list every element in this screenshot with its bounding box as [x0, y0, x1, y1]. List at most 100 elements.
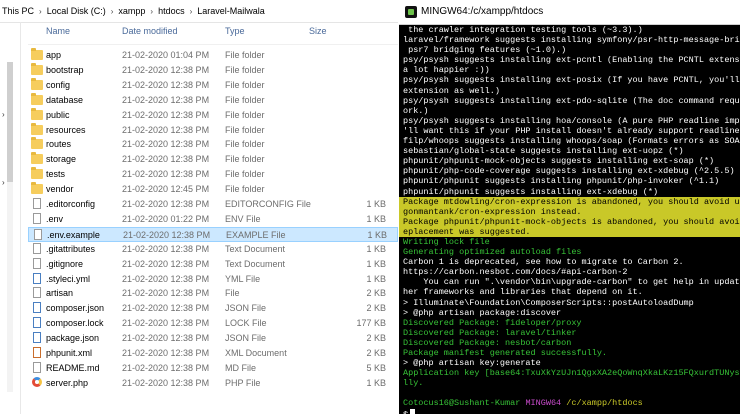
terminal-line: > @php artisan package:discover	[403, 307, 562, 318]
file-row[interactable]: public 21-02-2020 12:38 PM File folder	[28, 107, 398, 123]
file-size: 2 KB	[366, 348, 386, 358]
column-header-date-modified[interactable]: Date modified	[122, 26, 178, 44]
terminal-line: phpunit/php-code-coverage suggests insta…	[403, 166, 735, 177]
terminal-prompt: Cotocus16@Sushant-Kumar MINGW64 /c/xampp…	[403, 398, 740, 408]
folder-icon	[31, 122, 43, 135]
breadcrumb-htdocs[interactable]: htdocs	[158, 6, 185, 16]
file-type: File folder	[225, 64, 265, 75]
chevron-right-icon[interactable]: ›	[150, 7, 153, 16]
file-type: MD File	[225, 362, 256, 373]
breadcrumb-xampp[interactable]: xampp	[118, 6, 145, 16]
file-name: phpunit.xml	[46, 348, 93, 358]
navigation-scrollbar[interactable]	[7, 62, 13, 392]
terminal-input-line[interactable]: $	[403, 408, 740, 414]
file-type: File folder	[225, 79, 265, 90]
file-row[interactable]: app 21-02-2020 01:04 PM File folder	[28, 48, 398, 63]
file-name: .env.example	[47, 229, 100, 240]
php-file-icon	[32, 376, 42, 387]
file-row[interactable]: server.php 21-02-2020 12:38 PM PHP File 1 K…	[28, 376, 398, 391]
file-row[interactable]: README.md 21-02-2020 12:38 PM MD File 5 KB	[28, 361, 398, 376]
file-row[interactable]: routes 21-02-2020 12:38 PM File folder	[28, 137, 398, 152]
file-name: database	[46, 94, 84, 105]
folder-icon	[31, 167, 43, 180]
file-date-modified: 21-02-2020 01:22 PM	[122, 213, 210, 224]
file-type: PHP File	[225, 377, 261, 388]
file-type: File folder	[225, 109, 265, 120]
file-row[interactable]: .env 21-02-2020 01:22 PM ENV File 1 KB	[28, 212, 398, 227]
file-name: package.json	[46, 333, 100, 344]
file-icon	[33, 302, 41, 314]
address-bar[interactable]: This PC › Local Disk (C:) › xampp › htdo…	[0, 0, 398, 23]
file-type: EXAMPLE File	[226, 229, 286, 240]
file-icon	[33, 272, 41, 284]
terminal-line: Discovered Package: fideloper/proxy	[403, 317, 582, 328]
file-type: LOCK File	[225, 318, 267, 329]
file-row[interactable]: composer.json 21-02-2020 12:38 PM JSON Fil…	[28, 301, 398, 316]
file-row[interactable]: phpunit.xml 21-02-2020 12:38 PM XML Docume…	[28, 346, 398, 361]
terminal-window: MINGW64:/c/xampp/htdocs the crawler inte…	[399, 0, 740, 414]
terminal-line: sebastian/global-state suggests installi…	[403, 146, 684, 157]
terminal-line: ork.)	[403, 105, 429, 116]
breadcrumb-laravel-mailwala[interactable]: Laravel-Mailwala	[197, 6, 265, 16]
file-type: JSON File	[225, 333, 267, 344]
file-icon	[33, 257, 41, 269]
file-row[interactable]: storage 21-02-2020 12:38 PM File folder	[28, 152, 398, 167]
file-row[interactable]: artisan 21-02-2020 12:38 PM File 2 KB	[28, 286, 398, 301]
file-row[interactable]: database 21-02-2020 12:38 PM File folder	[28, 92, 398, 108]
breadcrumb-this-pc[interactable]: This PC	[2, 6, 34, 16]
terminal-line: > Illuminate\Foundation\ComposerScripts:…	[403, 297, 694, 308]
file-icon	[33, 287, 41, 299]
chevron-right-icon[interactable]: ›	[111, 7, 114, 16]
file-row[interactable]: .styleci.yml 21-02-2020 12:38 PM YML File 1…	[28, 272, 398, 287]
xml-file-icon	[33, 347, 41, 358]
file-row[interactable]: config 21-02-2020 12:38 PM File folder	[28, 77, 398, 93]
chevron-right-icon[interactable]: ›	[39, 7, 42, 16]
breadcrumb-local-disk[interactable]: Local Disk (C:)	[47, 6, 106, 16]
file-row[interactable]: bootstrap 21-02-2020 12:38 PM File folder	[28, 62, 398, 78]
file-date-modified: 21-02-2020 12:38 PM	[122, 333, 210, 344]
expand-arrow-icon[interactable]: ›	[2, 110, 5, 119]
column-header-size[interactable]: Size	[309, 26, 327, 44]
terminal-line: Generating optimized autoload files	[403, 247, 582, 258]
terminal-line: 'll want this if your PHP install doesn'…	[403, 125, 740, 136]
terminal-line: Carbon 1 is deprecated, see how to migra…	[403, 257, 684, 268]
terminal-line: Discovered Package: laravel/tinker	[403, 327, 577, 338]
file-date-modified: 21-02-2020 12:38 PM	[122, 318, 210, 329]
file-type: File folder	[225, 94, 265, 105]
file-row[interactable]: composer.lock 21-02-2020 12:38 PM LOCK Fil…	[28, 316, 398, 331]
file-row[interactable]: .editorconfig 21-02-2020 12:38 PM EDITORCO…	[28, 197, 398, 212]
file-row[interactable]: .gitattributes 21-02-2020 12:38 PM Text Do…	[28, 242, 398, 257]
file-type: ENV File	[225, 213, 261, 224]
file-row[interactable]: .gitignore 21-02-2020 12:38 PM Text Docume…	[28, 257, 398, 272]
file-type: File folder	[225, 124, 265, 135]
file-name: app	[46, 50, 62, 60]
file-name: bootstrap	[46, 64, 84, 75]
terminal-line: Package manifest generated successfully.	[403, 348, 608, 358]
file-size: 1 KB	[366, 377, 386, 388]
scrollbar-thumb[interactable]	[7, 62, 13, 182]
chevron-right-icon[interactable]: ›	[190, 7, 193, 16]
terminal-output[interactable]: the crawler integration testing tools (~…	[399, 25, 740, 414]
file-name: routes	[46, 139, 72, 150]
terminal-title: MINGW64:/c/xampp/htdocs	[421, 6, 544, 17]
terminal-line: filp/whoops suggests installing whoops/s…	[403, 136, 740, 147]
column-header-type[interactable]: Type	[225, 26, 245, 44]
terminal-line: phpunit/phpunit suggests installing ext-…	[403, 186, 659, 197]
terminal-line: > @php artisan key:generate	[403, 358, 541, 369]
header-divider	[28, 44, 398, 45]
file-row[interactable]: package.json 21-02-2020 12:38 PM JSON File…	[28, 331, 398, 346]
file-row[interactable]: resources 21-02-2020 12:38 PM File folder	[28, 122, 398, 138]
file-name: README.md	[46, 362, 100, 373]
column-header-name[interactable]: Name	[46, 26, 70, 44]
file-row[interactable]: vendor 21-02-2020 12:45 PM File folder	[28, 182, 398, 197]
file-row[interactable]: tests 21-02-2020 12:38 PM File folder	[28, 167, 398, 182]
expand-arrow-icon[interactable]: ›	[2, 178, 5, 187]
file-date-modified: 21-02-2020 12:45 PM	[122, 184, 210, 195]
file-icon	[33, 212, 41, 224]
terminal-title-bar[interactable]: MINGW64:/c/xampp/htdocs	[399, 0, 740, 25]
file-row[interactable]: .env.example 21-02-2020 12:38 PM EXAMPLE F…	[28, 226, 398, 242]
terminal-line: https://carbon.nesbot.com/docs/#api-carb…	[403, 267, 628, 278]
file-date-modified: 21-02-2020 12:38 PM	[122, 243, 210, 254]
terminal-line: laravel/framework suggests installing sy…	[403, 35, 740, 46]
file-name: artisan	[46, 288, 74, 299]
